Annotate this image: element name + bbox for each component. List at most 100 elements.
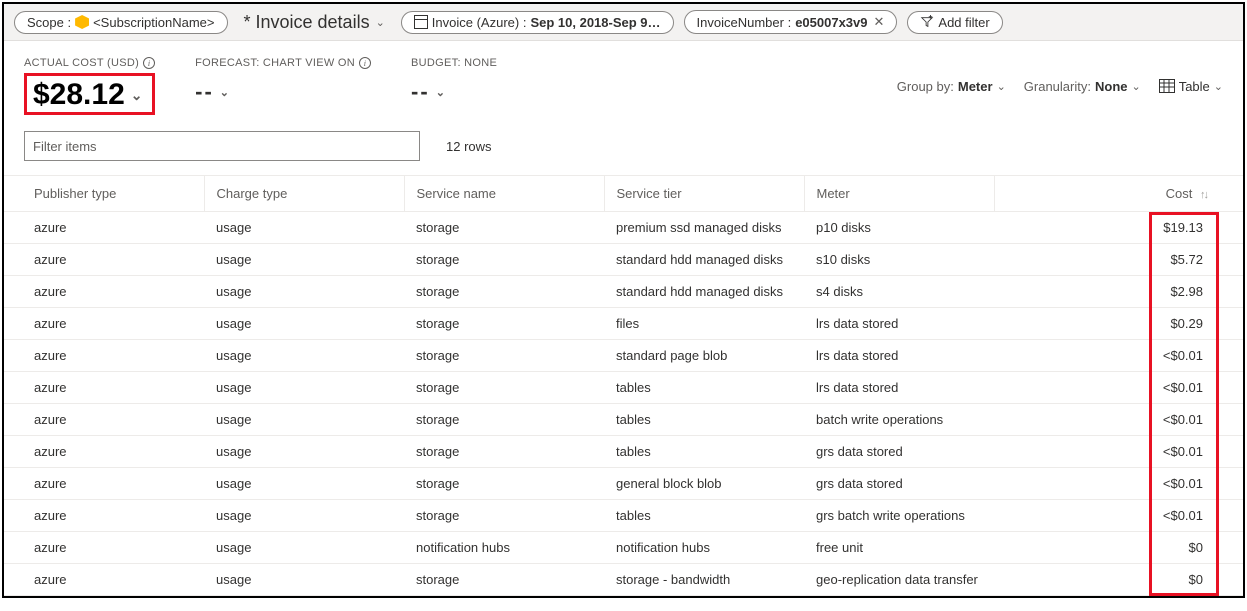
cell-charge: usage xyxy=(204,532,404,564)
page-title-dropdown[interactable]: * Invoice details ⌄ xyxy=(238,12,391,33)
table-row[interactable]: azure usage storage standard hdd managed… xyxy=(4,244,1243,276)
cell-tier: files xyxy=(604,308,804,340)
table-row[interactable]: azure usage storage tables batch write o… xyxy=(4,404,1243,436)
cell-charge: usage xyxy=(204,500,404,532)
table-row[interactable]: azure usage storage tables lrs data stor… xyxy=(4,372,1243,404)
cell-service: storage xyxy=(404,468,604,500)
table-row[interactable]: azure usage storage storage - bandwidth … xyxy=(4,564,1243,596)
table-row[interactable]: azure usage storage files lrs data store… xyxy=(4,308,1243,340)
cell-tier: storage - bandwidth xyxy=(604,564,804,596)
cell-meter: s4 disks xyxy=(804,276,994,308)
cell-publisher: azure xyxy=(4,500,204,532)
col-cost[interactable]: Cost ↑↓ xyxy=(994,176,1243,212)
cost-highlight-bar xyxy=(1149,532,1219,564)
cell-cost: <$0.01 xyxy=(994,372,1243,404)
cell-meter: grs data stored xyxy=(804,436,994,468)
kpi-actual-cost: ACTUAL COST (USD) i $28.12 ⌄ xyxy=(24,57,155,115)
filter-bar: Scope : <SubscriptionName> * Invoice det… xyxy=(4,4,1243,41)
cell-service: storage xyxy=(404,308,604,340)
cell-publisher: azure xyxy=(4,532,204,564)
cost-highlight-bar xyxy=(1149,244,1219,276)
actual-cost-highlight: $28.12 ⌄ xyxy=(24,73,155,115)
cell-charge: usage xyxy=(204,372,404,404)
chevron-down-icon: ⌄ xyxy=(131,87,143,104)
table-row[interactable]: azure usage storage tables grs data stor… xyxy=(4,436,1243,468)
cell-publisher: azure xyxy=(4,308,204,340)
kpi-forecast: FORECAST: CHART VIEW ON i -- ⌄ xyxy=(195,57,371,105)
table-row[interactable]: azure usage storage premium ssd managed … xyxy=(4,212,1243,244)
view-type-dropdown[interactable]: Table ⌄ xyxy=(1159,79,1223,94)
chevron-down-icon: ⌄ xyxy=(997,80,1006,93)
cell-cost: $5.72 xyxy=(994,244,1243,276)
invoice-number-label: InvoiceNumber : xyxy=(697,15,792,30)
group-by-label: Group by: xyxy=(897,79,954,94)
cell-service: storage xyxy=(404,340,604,372)
rows-count: 12 rows xyxy=(446,139,492,154)
cell-charge: usage xyxy=(204,276,404,308)
cell-cost: <$0.01 xyxy=(994,468,1243,500)
calendar-icon xyxy=(414,15,428,29)
filter-items-input[interactable] xyxy=(24,131,420,161)
cell-service: storage xyxy=(404,436,604,468)
cell-meter: free unit xyxy=(804,532,994,564)
group-by-dropdown[interactable]: Group by: Meter ⌄ xyxy=(897,79,1006,94)
cell-charge: usage xyxy=(204,564,404,596)
granularity-dropdown[interactable]: Granularity: None ⌄ xyxy=(1024,79,1141,94)
chevron-down-icon: ⌄ xyxy=(220,86,231,99)
invoice-number-pill[interactable]: InvoiceNumber : e05007x3v9 ✕ xyxy=(684,10,898,34)
cell-service: storage xyxy=(404,276,604,308)
scope-label: Scope : xyxy=(27,15,71,30)
add-filter-button[interactable]: Add filter xyxy=(907,11,1002,34)
cell-meter: batch write operations xyxy=(804,404,994,436)
info-icon[interactable]: i xyxy=(359,57,371,69)
kpi-actual-value-dropdown[interactable]: $28.12 ⌄ xyxy=(33,78,143,112)
cell-charge: usage xyxy=(204,308,404,340)
cell-publisher: azure xyxy=(4,276,204,308)
cell-cost: $19.13 xyxy=(994,212,1243,244)
cell-publisher: azure xyxy=(4,212,204,244)
date-range-pill[interactable]: Invoice (Azure) : Sep 10, 2018-Sep 9… xyxy=(401,11,674,34)
invoice-number-value: e05007x3v9 xyxy=(795,15,867,30)
scope-value: <SubscriptionName> xyxy=(93,15,214,30)
col-charge[interactable]: Charge type xyxy=(204,176,404,212)
cell-charge: usage xyxy=(204,212,404,244)
cell-meter: lrs data stored xyxy=(804,372,994,404)
cell-tier: tables xyxy=(604,404,804,436)
table-row[interactable]: azure usage storage general block blob g… xyxy=(4,468,1243,500)
close-icon[interactable]: ✕ xyxy=(874,14,885,30)
table-row[interactable]: azure usage storage standard hdd managed… xyxy=(4,276,1243,308)
cell-charge: usage xyxy=(204,244,404,276)
col-service[interactable]: Service name xyxy=(404,176,604,212)
cell-meter: grs data stored xyxy=(804,468,994,500)
cell-publisher: azure xyxy=(4,404,204,436)
kpi-forecast-value-dropdown[interactable]: -- ⌄ xyxy=(195,79,371,105)
cell-tier: premium ssd managed disks xyxy=(604,212,804,244)
kpi-budget-value-dropdown[interactable]: -- ⌄ xyxy=(411,79,497,105)
kpi-forecast-label: FORECAST: CHART VIEW ON xyxy=(195,57,355,69)
add-filter-icon xyxy=(920,15,934,29)
cost-highlight-bar xyxy=(1149,276,1219,308)
cell-meter: geo-replication data transfer xyxy=(804,564,994,596)
kpi-row: ACTUAL COST (USD) i $28.12 ⌄ FORECAST: C… xyxy=(4,41,1243,125)
cost-highlight-bar xyxy=(1149,500,1219,532)
table-row[interactable]: azure usage storage tables grs batch wri… xyxy=(4,500,1243,532)
info-icon[interactable]: i xyxy=(143,57,155,69)
col-publisher[interactable]: Publisher type xyxy=(4,176,204,212)
table-row[interactable]: azure usage notification hubs notificati… xyxy=(4,532,1243,564)
cell-tier: standard hdd managed disks xyxy=(604,276,804,308)
page-title: * Invoice details xyxy=(244,12,370,33)
table-icon xyxy=(1159,79,1175,93)
col-meter[interactable]: Meter xyxy=(804,176,994,212)
cell-tier: standard hdd managed disks xyxy=(604,244,804,276)
kpi-budget-value: -- xyxy=(411,79,430,105)
cell-charge: usage xyxy=(204,340,404,372)
table-row[interactable]: azure usage storage standard page blob l… xyxy=(4,340,1243,372)
scope-pill[interactable]: Scope : <SubscriptionName> xyxy=(14,11,228,34)
cell-tier: tables xyxy=(604,500,804,532)
cell-cost: $0.29 xyxy=(994,308,1243,340)
cost-highlight-bar xyxy=(1149,308,1219,340)
col-tier[interactable]: Service tier xyxy=(604,176,804,212)
cell-charge: usage xyxy=(204,468,404,500)
date-label: Invoice (Azure) : xyxy=(432,15,527,30)
granularity-label: Granularity: xyxy=(1024,79,1091,94)
